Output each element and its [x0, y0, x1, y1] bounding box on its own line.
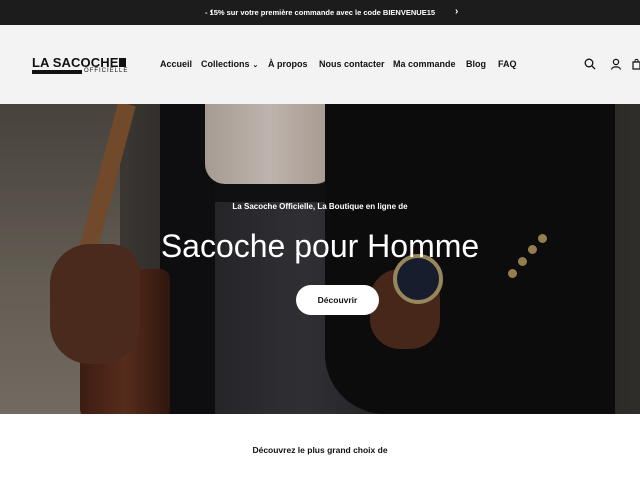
nav-item-collections[interactable]: Collections ⌄ — [201, 59, 258, 69]
logo[interactable]: LA SACOCHE OFFICIELLE — [32, 55, 128, 77]
hero-banner: La Sacoche Officielle, La Boutique en li… — [0, 104, 640, 414]
discover-button[interactable]: Découvrir — [296, 285, 379, 315]
site-header: LA SACOCHE OFFICIELLE Accueil Collection… — [0, 25, 640, 104]
announcement-bar: ‹ - 15% sur votre première commande avec… — [0, 0, 640, 25]
nav-item-ma-commande[interactable]: Ma commande — [393, 59, 456, 69]
nav-item-accueil[interactable]: Accueil — [160, 59, 192, 69]
search-icon[interactable] — [584, 58, 596, 70]
featured-section: Découvrez le plus grand choix de — [0, 414, 640, 480]
logo-sub: OFFICIELLE — [84, 67, 129, 74]
chevron-left-icon[interactable]: ‹ — [210, 6, 213, 18]
nav-item-nous-contacter[interactable]: Nous contacter — [319, 59, 385, 69]
nav-item-faq[interactable]: FAQ — [498, 59, 517, 69]
hero-title: Sacoche pour Homme — [160, 228, 480, 264]
logo-mark — [119, 58, 126, 67]
nav-item-collections-label: Collections — [201, 59, 250, 69]
cart-icon[interactable] — [632, 58, 640, 70]
chevron-right-icon[interactable]: › — [455, 6, 458, 18]
nav-item-blog[interactable]: Blog — [466, 59, 486, 69]
account-icon[interactable] — [610, 58, 622, 70]
nav-item-a-propos[interactable]: À propos — [268, 59, 308, 69]
logo-bar — [32, 70, 82, 74]
hero-kicker: La Sacoche Officielle, La Boutique en li… — [232, 202, 408, 211]
chevron-down-icon: ⌄ — [252, 62, 259, 69]
announcement-text: - 15% sur votre première commande avec l… — [204, 8, 436, 17]
section-intro: Découvrez le plus grand choix de — [252, 445, 388, 455]
